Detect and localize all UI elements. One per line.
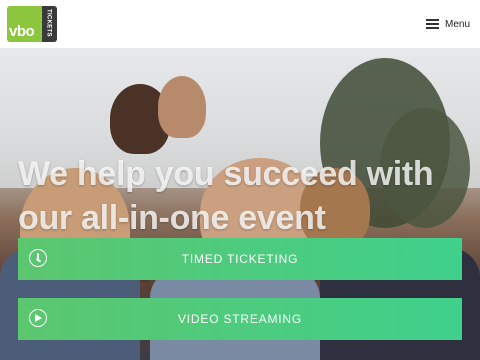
timed-ticketing-label: TIMED TICKETING — [181, 252, 299, 266]
hamburger-icon — [425, 19, 439, 29]
vbo-tickets-logo[interactable]: vbo TICKETS — [7, 6, 57, 42]
hero-photo-person — [158, 76, 206, 138]
menu-label: Menu — [444, 18, 470, 30]
video-streaming-label: VIDEO STREAMING — [177, 312, 302, 326]
logo-tab-text: TICKETS — [45, 9, 52, 37]
logo-main-block: vbo — [7, 6, 45, 42]
clock-icon — [29, 249, 47, 267]
logo-tab-block: TICKETS — [42, 6, 57, 42]
video-streaming-button[interactable]: VIDEO STREAMING — [18, 298, 462, 340]
timed-ticketing-button[interactable]: TIMED TICKETING — [18, 238, 462, 280]
play-icon — [29, 309, 47, 327]
menu-button[interactable]: Menu — [425, 12, 470, 36]
site-header: vbo TICKETS Menu — [0, 0, 480, 48]
logo-main-text: vbo — [9, 23, 35, 40]
